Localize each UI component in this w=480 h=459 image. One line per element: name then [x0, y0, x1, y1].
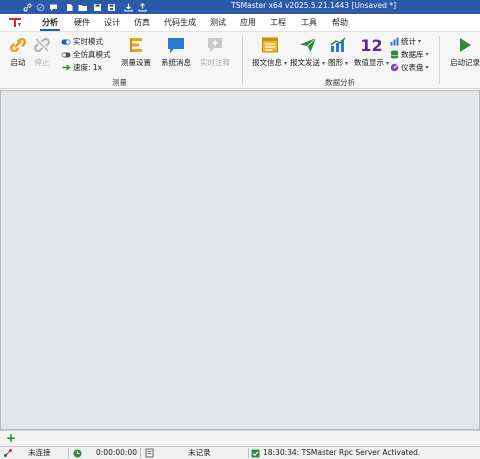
tab-tools[interactable]: 工具 — [301, 17, 317, 28]
play-icon — [455, 35, 475, 55]
chart-icon — [328, 35, 348, 55]
window-tab-strip: + — [0, 430, 480, 446]
start-button[interactable]: 启动 — [8, 35, 28, 68]
statistics-icon — [389, 37, 399, 46]
title-bar: TSMaster x64 v2025.5.21.1443 [Unsaved *] — [0, 0, 480, 14]
message-send-button[interactable]: 报文发送 ▾ — [290, 35, 325, 68]
stop-label: 停止 — [34, 58, 50, 67]
dashboard-button[interactable]: 仪表盘 ▾ — [389, 62, 429, 73]
chevron-down-icon: ▾ — [425, 51, 429, 58]
export-icon[interactable] — [137, 2, 147, 12]
measure-setup-label: 测量设置 — [121, 58, 151, 67]
group-separator — [242, 36, 243, 84]
tab-design[interactable]: 设计 — [104, 17, 120, 28]
system-messages-button[interactable]: 系统消息 — [161, 35, 191, 68]
tab-simulation[interactable]: 仿真 — [134, 17, 150, 28]
main-workspace[interactable] — [0, 90, 480, 430]
message-send-label: 报文发送 ▾ — [290, 58, 326, 67]
speed-selector[interactable]: 速度: 1x — [61, 62, 102, 73]
ribbon-tab-bar: 分析 硬件 设计 仿真 代码生成 测试 应用 工程 工具 帮助 — [0, 14, 480, 31]
paper-plane-icon — [298, 35, 318, 55]
import-icon[interactable] — [123, 2, 133, 12]
tab-test[interactable]: 测试 — [210, 17, 226, 28]
start-recording-button[interactable]: 启动记录 — [450, 35, 480, 68]
full-sim-mode-toggle[interactable]: 全仿真模式 — [61, 49, 111, 60]
record-status: 未记录 — [188, 448, 211, 457]
database-button[interactable]: 数据库 ▾ — [389, 49, 429, 60]
new-file-icon[interactable] — [64, 2, 74, 12]
disconnect-icon[interactable] — [35, 2, 45, 12]
record-file-icon — [145, 447, 155, 459]
start-recording-label: 启动记录 — [450, 58, 480, 67]
open-folder-icon[interactable] — [78, 2, 88, 12]
status-divider — [68, 448, 69, 458]
ribbon-panel: 启动 停止 实时模式 全仿真模式 速度: 1x 测量设置 系统消息 实时注释 测… — [0, 31, 480, 89]
info-check-icon — [251, 447, 261, 459]
message-table-icon — [260, 35, 280, 55]
save-icon[interactable] — [92, 2, 102, 12]
realtime-mode-label: 实时模式 — [73, 37, 103, 46]
statistics-button[interactable]: 统计 ▾ — [389, 36, 421, 47]
database-label: 数据库 — [401, 50, 424, 59]
tab-hardware[interactable]: 硬件 — [74, 17, 90, 28]
value-display-label: 数值显示 ▾ — [354, 58, 390, 67]
number-display-icon: 12 — [360, 35, 383, 55]
toggle-off-icon — [61, 50, 71, 59]
start-link-icon — [8, 35, 28, 55]
clock-icon — [73, 447, 83, 459]
dashboard-icon — [389, 63, 399, 72]
app-logo-icon[interactable] — [8, 17, 22, 28]
start-label: 启动 — [10, 58, 26, 67]
chat-bubble-icon — [166, 35, 186, 55]
value-display-button[interactable]: 12 数值显示 ▾ — [354, 35, 389, 68]
tab-code-generation[interactable]: 代码生成 — [164, 17, 196, 28]
status-bar: 未连接 0:00:00:00 未记录 18:30:34: TSMaster Rp… — [0, 446, 480, 459]
realtime-comment-button[interactable]: 实时注释 — [200, 35, 230, 68]
link-icon[interactable] — [22, 2, 32, 12]
measure-setup-button[interactable]: 测量设置 — [121, 35, 151, 68]
stop-unlink-icon — [32, 35, 52, 55]
graphics-button[interactable]: 图形 ▾ — [328, 35, 348, 68]
statistics-label: 统计 — [401, 37, 416, 46]
realtime-comment-label: 实时注释 — [200, 58, 230, 67]
graphics-label: 图形 ▾ — [328, 58, 349, 67]
toggle-on-icon — [61, 37, 71, 46]
message-icon[interactable] — [48, 2, 58, 12]
status-divider — [140, 448, 141, 458]
full-sim-mode-label: 全仿真模式 — [73, 50, 111, 59]
save-as-icon[interactable] — [106, 2, 116, 12]
dashboard-label: 仪表盘 — [401, 63, 424, 72]
status-divider — [248, 448, 249, 458]
tab-help[interactable]: 帮助 — [332, 17, 348, 28]
message-info-button[interactable]: 报文信息 ▾ — [252, 35, 287, 68]
database-icon — [389, 50, 399, 59]
connection-icon — [3, 447, 13, 459]
tab-application[interactable]: 应用 — [240, 17, 256, 28]
chevron-down-icon: ▾ — [418, 38, 422, 45]
add-tab-button[interactable]: + — [6, 432, 16, 445]
chevron-down-icon: ▾ — [425, 64, 429, 71]
group-label-measure: 测量 — [112, 78, 127, 87]
group-separator — [439, 36, 440, 84]
tab-project[interactable]: 工程 — [270, 17, 286, 28]
elapsed-time: 0:00:00:00 — [96, 448, 137, 457]
tab-analysis[interactable]: 分析 — [40, 17, 60, 31]
measure-setup-icon — [126, 35, 146, 55]
message-info-label: 报文信息 ▾ — [252, 58, 288, 67]
status-message: 18:30:34: TSMaster Rpc Server Activated. — [263, 448, 421, 457]
speed-label: 速度: 1x — [73, 63, 103, 72]
system-messages-label: 系统消息 — [161, 58, 191, 67]
speed-arrow-icon — [61, 63, 71, 72]
window-title: TSMaster x64 v2025.5.21.1443 [Unsaved *] — [231, 1, 396, 10]
stop-button[interactable]: 停止 — [32, 35, 52, 68]
comment-add-icon — [205, 35, 225, 55]
realtime-mode-toggle[interactable]: 实时模式 — [61, 36, 103, 47]
connection-status: 未连接 — [28, 448, 51, 457]
group-label-data-analysis: 数据分析 — [325, 78, 355, 87]
